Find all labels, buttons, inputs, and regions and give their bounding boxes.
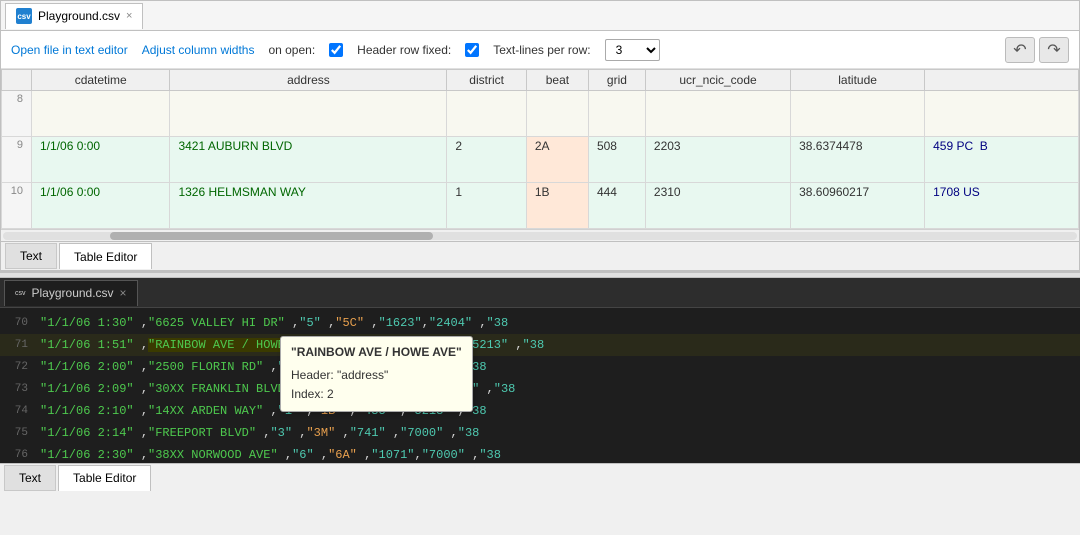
scrollbar-track	[3, 232, 1077, 240]
line-num-76: 76	[0, 449, 36, 461]
toolbar: Open file in text editor Adjust column w…	[1, 31, 1079, 69]
col-grid[interactable]: grid	[588, 70, 645, 91]
cell-8-address[interactable]	[170, 91, 447, 137]
cell-9-grid[interactable]: 508	[588, 137, 645, 183]
col-district[interactable]: district	[447, 70, 526, 91]
text-lines-label: Text-lines per row:	[493, 43, 590, 57]
header-row-checkbox[interactable]	[465, 43, 479, 57]
tab-text-top[interactable]: Text	[5, 243, 57, 269]
bottom-window-tabs: Text Table Editor	[0, 463, 1080, 491]
table-row: 10 1/1/06 0:00 1326 HELMSMAN WAY 1 1B 44…	[2, 183, 1079, 229]
cell-10-cdatetime[interactable]: 1/1/06 0:00	[32, 183, 170, 229]
bottom-window: csv Playground.csv × 70 "1/1/06 1:30" ,"…	[0, 278, 1080, 491]
tab-text-bottom[interactable]: Text	[4, 465, 56, 491]
on-open-checkbox[interactable]	[329, 43, 343, 57]
top-tab-playground[interactable]: csv Playground.csv ×	[5, 3, 143, 29]
top-window: csv Playground.csv × Open file in text e…	[0, 0, 1080, 272]
cell-8-cdatetime[interactable]	[32, 91, 170, 137]
editor-line-74: 74 "1/1/06 2:10" ,"14XX ARDEN WAY" ,"1" …	[0, 400, 1080, 422]
open-file-link[interactable]: Open file in text editor	[11, 43, 128, 57]
cell-8-beat[interactable]	[526, 91, 588, 137]
col-ucr[interactable]: ucr_ncic_code	[645, 70, 790, 91]
cell-8-district[interactable]	[447, 91, 526, 137]
col-cdatetime[interactable]: cdatetime	[32, 70, 170, 91]
undo-redo-group: ↶ ↷	[1005, 37, 1069, 63]
line-content-70: "1/1/06 1:30" ,"6625 VALLEY HI DR" ,"5" …	[36, 316, 508, 330]
cell-10-beat[interactable]: 1B	[526, 183, 588, 229]
col-beat[interactable]: beat	[526, 70, 588, 91]
cell-10-grid[interactable]: 444	[588, 183, 645, 229]
line-num-73: 73	[0, 383, 36, 395]
cell-9-district[interactable]: 2	[447, 137, 526, 183]
row-number-8: 8	[2, 91, 32, 137]
scrollbar-thumb	[110, 232, 432, 240]
adjust-columns-link[interactable]: Adjust column widths	[142, 43, 255, 57]
editor-line-70: 70 "1/1/06 1:30" ,"6625 VALLEY HI DR" ,"…	[0, 312, 1080, 334]
line-num-71: 71	[0, 339, 36, 351]
cell-9-cdatetime[interactable]: 1/1/06 0:00	[32, 137, 170, 183]
row-num-header	[2, 70, 32, 91]
cell-tooltip: "RAINBOW AVE / HOWE AVE" Header: "addres…	[280, 336, 473, 412]
on-open-label: on open:	[268, 43, 315, 57]
bottom-tab-playground[interactable]: csv Playground.csv ×	[4, 280, 138, 306]
csv-table-container[interactable]: cdatetime address district beat grid ucr…	[1, 69, 1079, 229]
col-address[interactable]: address	[170, 70, 447, 91]
top-tab-label: Playground.csv	[38, 9, 120, 23]
cell-8-ucr[interactable]	[645, 91, 790, 137]
line-content-76: "1/1/06 2:30" ,"38XX NORWOOD AVE" ,"6" ,…	[36, 448, 501, 462]
cell-9-ucr[interactable]: 2203	[645, 137, 790, 183]
cell-10-desc[interactable]: 1708 US	[925, 183, 1079, 229]
csv-icon: csv	[16, 8, 32, 24]
col-more	[925, 70, 1079, 91]
top-window-bottom-tabs: Text Table Editor	[1, 241, 1079, 271]
col-latitude[interactable]: latitude	[791, 70, 925, 91]
cell-9-beat[interactable]: 2A	[526, 137, 588, 183]
cell-10-lat[interactable]: 38.60960217	[791, 183, 925, 229]
csv-table: cdatetime address district beat grid ucr…	[1, 69, 1079, 229]
table-scrollbar[interactable]	[1, 229, 1079, 241]
cell-8-desc[interactable]	[925, 91, 1079, 137]
editor-line-73: 73 "1/1/06 2:09" ,"30XX FRANKLIN BLVD" ,…	[0, 378, 1080, 400]
editor-line-72: 72 "1/1/06 2:00" ,"2500 FLORIN RD" ,"5" …	[0, 356, 1080, 378]
redo-button[interactable]: ↷	[1039, 37, 1069, 63]
line-num-75: 75	[0, 427, 36, 439]
line-num-70: 70	[0, 317, 36, 329]
cell-9-lat[interactable]: 38.6374478	[791, 137, 925, 183]
tooltip-value: "RAINBOW AVE / HOWE AVE"	[291, 343, 462, 362]
tab-table-editor-top[interactable]: Table Editor	[59, 243, 152, 269]
tab-table-editor-bottom[interactable]: Table Editor	[58, 465, 151, 491]
table-row: 8	[2, 91, 1079, 137]
header-row-label: Header row fixed:	[357, 43, 451, 57]
cell-10-ucr[interactable]: 2310	[645, 183, 790, 229]
table-row: 9 1/1/06 0:00 3421 AUBURN BLVD 2 2A 508 …	[2, 137, 1079, 183]
cell-10-district[interactable]: 1	[447, 183, 526, 229]
bottom-tab-bar: csv Playground.csv ×	[0, 278, 1080, 308]
bottom-tab-close[interactable]: ×	[120, 286, 127, 300]
editor-line-76: 76 "1/1/06 2:30" ,"38XX NORWOOD AVE" ,"6…	[0, 444, 1080, 463]
text-editor[interactable]: 70 "1/1/06 1:30" ,"6625 VALLEY HI DR" ,"…	[0, 308, 1080, 463]
line-num-72: 72	[0, 361, 36, 373]
csv-icon-2: csv	[15, 290, 26, 297]
editor-line-71: 71 "1/1/06 1:51" ,"RAINBOW AVE / HOWE AV…	[0, 334, 1080, 356]
row-number-10: 10	[2, 183, 32, 229]
bottom-tab-label: Playground.csv	[32, 286, 114, 300]
text-lines-select[interactable]: 3 1 2 4 5	[605, 39, 660, 61]
cell-8-lat[interactable]	[791, 91, 925, 137]
top-tab-close[interactable]: ×	[126, 10, 132, 22]
cell-10-address[interactable]: 1326 HELMSMAN WAY	[170, 183, 447, 229]
line-num-74: 74	[0, 405, 36, 417]
top-tab-bar: csv Playground.csv ×	[1, 1, 1079, 31]
undo-button[interactable]: ↶	[1005, 37, 1035, 63]
tooltip-header: Header: "address"	[291, 366, 462, 385]
row-number-9: 9	[2, 137, 32, 183]
tooltip-index: Index: 2	[291, 385, 462, 404]
cell-8-grid[interactable]	[588, 91, 645, 137]
line-content-75: "1/1/06 2:14" ,"FREEPORT BLVD" ,"3" ,"3M…	[36, 426, 479, 440]
cell-9-desc[interactable]: 459 PC B	[925, 137, 1079, 183]
cell-9-address[interactable]: 3421 AUBURN BLVD	[170, 137, 447, 183]
editor-line-75: 75 "1/1/06 2:14" ,"FREEPORT BLVD" ,"3" ,…	[0, 422, 1080, 444]
